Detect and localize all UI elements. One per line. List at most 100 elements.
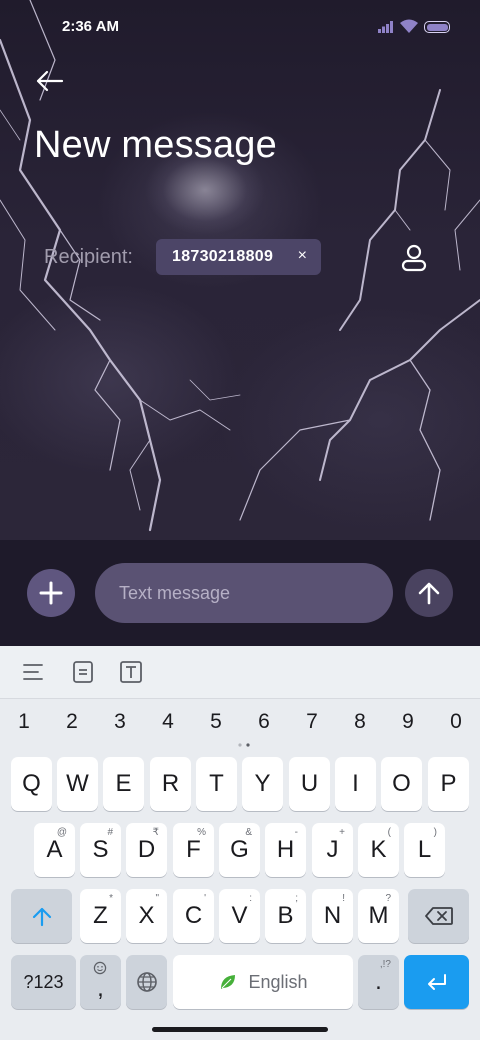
emoji-comma-key[interactable]: ,: [80, 955, 121, 1009]
symbols-key-label: ?123: [23, 971, 64, 992]
key-v-sup: :: [249, 893, 252, 904]
period-key[interactable]: ,!? .: [358, 955, 399, 1009]
message-text-input[interactable]: [95, 563, 393, 623]
key-z-sup: *: [109, 893, 113, 904]
key-g-sup: &: [245, 827, 252, 838]
recipient-chip-number: 18730218809: [172, 248, 274, 265]
key-s[interactable]: # S: [80, 823, 121, 877]
chip-remove-icon[interactable]: ×: [298, 247, 307, 265]
key-w-label: W: [66, 770, 89, 797]
key-k[interactable]: (K: [358, 823, 399, 877]
recipient-label: Recipient:: [44, 246, 133, 268]
key-k-label: K: [370, 836, 387, 863]
person-icon[interactable]: [398, 242, 430, 274]
key-m-sup: ?: [385, 893, 391, 904]
key-f-label: F: [186, 836, 201, 863]
menu-lines-icon[interactable]: [22, 660, 46, 684]
period-key-sup: ,!?: [379, 959, 391, 970]
key-8[interactable]: 8: [345, 710, 375, 734]
key-9[interactable]: 9: [393, 710, 423, 734]
key-c-label: C: [184, 902, 203, 929]
key-u[interactable]: U: [289, 757, 330, 811]
key-i[interactable]: I: [335, 757, 376, 811]
symbols-key[interactable]: ?123: [11, 955, 76, 1009]
leaf-icon: [221, 975, 236, 989]
battery-icon: [424, 21, 450, 33]
key-l-label: L: [417, 836, 432, 863]
send-button[interactable]: [405, 569, 453, 617]
key-b-label: B: [277, 902, 294, 929]
key-i-label: I: [352, 770, 359, 797]
key-l[interactable]: ) L: [404, 823, 445, 877]
key-0[interactable]: 0: [441, 710, 471, 734]
globe-icon: [136, 972, 157, 992]
backspace-key[interactable]: [408, 889, 469, 943]
shift-arrow-icon: [32, 907, 51, 927]
key-p-label: P: [440, 770, 457, 797]
space-bar[interactable]: English: [173, 955, 353, 1009]
key-t[interactable]: T: [196, 757, 237, 811]
key-j[interactable]: + J: [312, 823, 353, 877]
key-q[interactable]: Q: [11, 757, 52, 811]
comma-key-label: ,: [97, 975, 104, 1002]
key-e[interactable]: E: [103, 757, 144, 811]
period-key-label: .: [375, 968, 382, 995]
key-g[interactable]: & G: [219, 823, 260, 877]
key-c[interactable]: ' C: [173, 889, 214, 943]
key-u-label: U: [300, 770, 319, 797]
key-a-label: A: [46, 836, 63, 863]
key-3[interactable]: 3: [105, 710, 135, 734]
add-attachment-button[interactable]: [27, 569, 75, 617]
key-h-label: H: [276, 836, 295, 863]
key-w[interactable]: W: [57, 757, 98, 811]
text-format-icon[interactable]: [119, 660, 143, 684]
enter-icon: [427, 974, 446, 990]
key-v-label: V: [231, 902, 248, 929]
key-z[interactable]: * Z: [80, 889, 121, 943]
key-v[interactable]: :V: [219, 889, 260, 943]
key-h[interactable]: -H: [265, 823, 306, 877]
key-o-label: O: [392, 770, 411, 797]
key-g-label: G: [230, 836, 249, 863]
keyboard: 1 2 3 4 5 6 7 8 9 0 Q W E R T Y U I O P …: [0, 646, 480, 1040]
home-indicator[interactable]: [152, 1027, 328, 1032]
key-7[interactable]: 7: [297, 710, 327, 734]
key-b-sup: ;: [295, 893, 298, 904]
key-m[interactable]: ? M: [358, 889, 399, 943]
key-b[interactable]: ; B: [265, 889, 306, 943]
recipient-chip[interactable]: 18730218809 ×: [156, 239, 321, 275]
key-5[interactable]: 5: [201, 710, 231, 734]
key-r-label: R: [161, 770, 180, 797]
key-f[interactable]: % F: [173, 823, 214, 877]
key-1[interactable]: 1: [9, 710, 39, 734]
key-x[interactable]: " X: [126, 889, 167, 943]
key-a[interactable]: @ A: [34, 823, 75, 877]
key-2[interactable]: 2: [57, 710, 87, 734]
key-y[interactable]: Y: [242, 757, 283, 811]
key-t-label: T: [209, 770, 224, 797]
enter-key[interactable]: [404, 955, 469, 1009]
key-4[interactable]: 4: [153, 710, 183, 734]
status-time: 2:36 AM: [62, 18, 119, 35]
key-d[interactable]: ₹ D: [126, 823, 167, 877]
key-q-label: Q: [22, 770, 41, 797]
back-arrow-icon[interactable]: [34, 66, 66, 96]
key-n-label: N: [323, 902, 342, 929]
key-r[interactable]: R: [150, 757, 191, 811]
language-key[interactable]: [126, 955, 167, 1009]
key-a-sup: @: [56, 827, 67, 838]
plus-icon: [39, 581, 63, 605]
key-p[interactable]: P: [428, 757, 469, 811]
key-n[interactable]: ! N: [312, 889, 353, 943]
key-o[interactable]: O: [381, 757, 422, 811]
toolbar-divider: [0, 698, 480, 699]
clipboard-icon[interactable]: [71, 660, 95, 684]
page-dots-indicator: [238, 743, 250, 747]
key-l-sup: ): [433, 827, 437, 838]
key-x-label: X: [138, 902, 155, 929]
status-bar: 2:36 AM: [0, 0, 480, 56]
emoji-icon: [93, 961, 107, 975]
key-h-sup: -: [294, 827, 298, 838]
key-6[interactable]: 6: [249, 710, 279, 734]
shift-key[interactable]: [11, 889, 72, 943]
